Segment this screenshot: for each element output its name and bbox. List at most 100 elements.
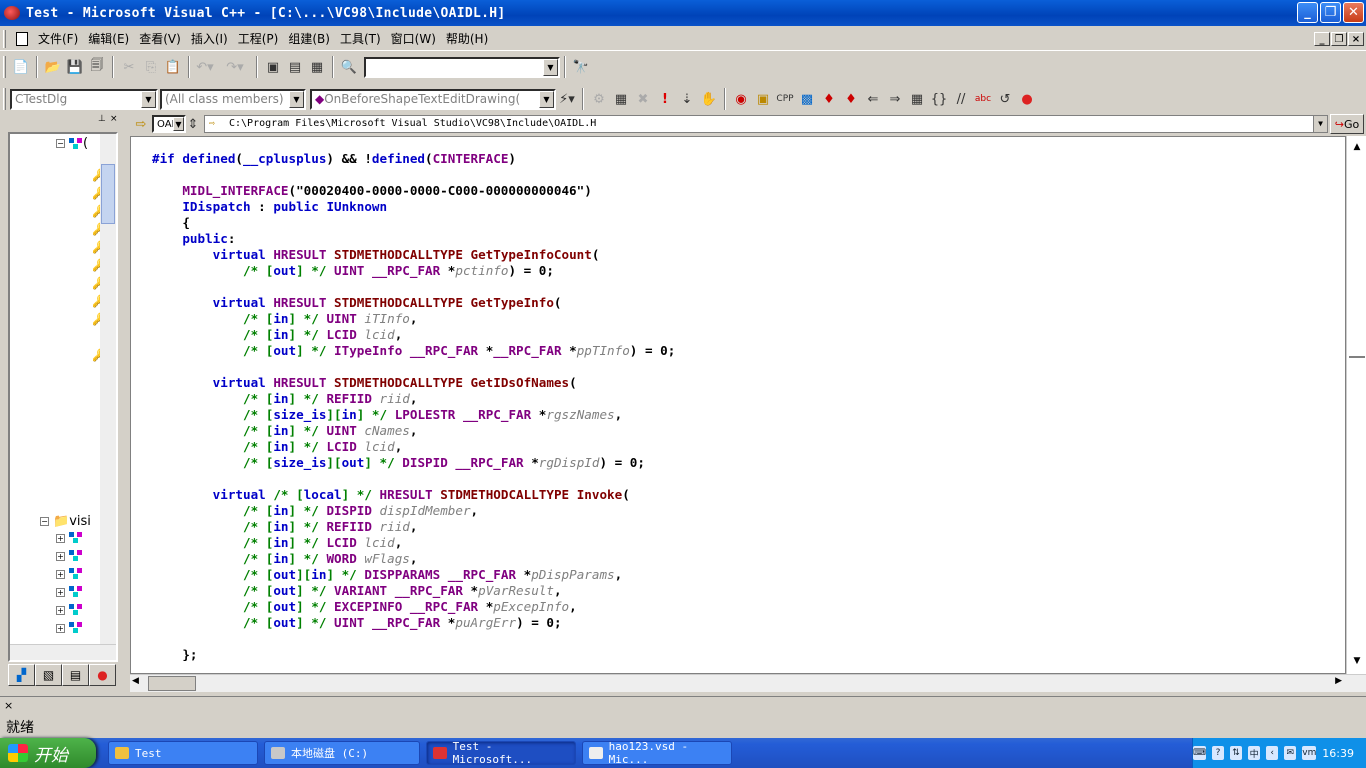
menu-file[interactable]: 文件(F) [38,30,78,47]
addin-icon-6[interactable]: ▦ [906,88,928,110]
addin-icon-4[interactable]: ♦ [818,88,840,110]
vm-icon[interactable]: vm [1302,746,1316,760]
tree-node-class[interactable]: + [56,586,83,598]
menu-project[interactable]: 工程(P) [238,30,279,47]
editor-horizontal-scrollbar[interactable]: ◀ ▶ [130,674,1366,692]
scroll-thumb[interactable] [101,164,115,224]
chevron-down-icon[interactable]: ▼ [289,90,304,108]
task-visio[interactable]: hao123.vsd - Mic... [582,740,732,766]
breakpoint-hand-icon[interactable]: ✋ [698,88,720,110]
chevron-down-icon[interactable]: ▼ [173,117,184,131]
pin-icon[interactable]: ⊥ [98,114,108,124]
tree-node-class[interactable]: + [56,532,83,544]
addin-icon-3[interactable]: ▩ [796,88,818,110]
undo-icon[interactable]: ↶▾ [194,56,216,78]
chevron-down-icon[interactable]: ▼ [539,90,554,108]
close-icon[interactable]: × [110,114,120,124]
build-icon[interactable]: ▦ [610,88,632,110]
close-button[interactable]: ✕ [1343,2,1364,23]
tray-arrow-icon[interactable]: ‹ [1266,746,1279,760]
class-tree[interactable]: − ( 🔑 🔑 🔑 🔑 🔑 🔑 🔑 🔑 🔑 🔑 − 📁 visi + + + +… [8,132,118,662]
go-button[interactable]: ↪ Go [1330,114,1364,134]
close-icon[interactable]: × [4,699,13,712]
ime-icon[interactable]: 中 [1248,746,1261,760]
scroll-down-icon[interactable]: ▼ [1349,656,1365,672]
tree-vertical-scrollbar[interactable] [100,134,116,644]
workspace-toggle-icon[interactable]: ▣ [262,56,284,78]
find-icon[interactable]: 🔭 [570,56,592,78]
chevron-down-icon[interactable]: ▼ [543,58,558,76]
braces-icon[interactable]: {} [928,88,950,110]
task-local-disk[interactable]: 本地磁盘 (C:) [264,741,420,765]
menu-view[interactable]: 查看(V) [139,30,181,47]
menu-edit[interactable]: 编辑(E) [88,30,129,47]
open-icon[interactable]: 📂 [42,56,64,78]
goto-arrow-icon[interactable]: ⇨ [130,113,152,135]
path-combo[interactable]: ⇨ C:\Program Files\Microsoft Visual Stud… [204,115,1328,133]
source-code[interactable]: #if defined(__cplusplus) && !defined(CIN… [152,151,675,663]
scroll-thumb[interactable] [148,676,196,691]
member-combo[interactable]: ◆OnBeforeShapeTextEditDrawing( ▼ [310,88,556,110]
network-icon[interactable]: ⇅ [1230,746,1243,760]
addin-icon-2[interactable]: ▣ [752,88,774,110]
menu-help[interactable]: 帮助(H) [446,30,488,47]
new-text-file-icon[interactable]: 📄 [10,56,32,78]
spell-check-icon[interactable]: abc [972,88,994,110]
find-combo[interactable]: ▼ [364,56,560,78]
toolbar-grip[interactable] [3,56,6,78]
tree-folder-visi[interactable]: − 📁 visi [40,514,91,529]
tree-node-class[interactable]: + [56,622,83,634]
document-icon[interactable] [16,31,28,46]
doc-restore-button[interactable]: ❐ [1331,32,1347,46]
save-icon[interactable]: 💾 [64,56,86,78]
window-list-icon[interactable]: ▦ [306,56,328,78]
output-toggle-icon[interactable]: ▤ [284,56,306,78]
editor-vertical-scrollbar[interactable]: ▲ ▼ [1346,136,1366,674]
menu-grip[interactable] [3,29,6,48]
start-button[interactable]: 开始 [0,738,96,768]
chevron-down-icon[interactable]: ▼ [141,90,156,108]
addin-icon-1[interactable]: ◉ [730,88,752,110]
menu-insert[interactable]: 插入(I) [191,30,228,47]
wizard-action-icon[interactable]: ⚡▾ [556,88,578,110]
addin-icon-5[interactable]: ♦ [840,88,862,110]
paste-icon[interactable]: 📋 [162,56,184,78]
filter-combo[interactable]: (All class members) ▼ [160,88,306,110]
help-icon[interactable]: ? [1211,746,1225,760]
cut-icon[interactable]: ✂ [118,56,140,78]
tab-classview-icon[interactable]: ▞ [8,664,35,686]
doc-close-button[interactable]: × [1348,32,1364,46]
compile-icon[interactable]: ⚙ [588,88,610,110]
clock[interactable]: 16:39 [1322,747,1354,760]
doc-minimize-button[interactable]: _ [1314,32,1330,46]
tree-node-class[interactable]: − ( [56,136,88,151]
cpp-icon[interactable]: CPP [774,88,796,110]
scroll-right-icon[interactable]: ▶ [1335,676,1342,686]
tree-horizontal-scrollbar[interactable] [10,644,116,660]
tab-resourceview-icon[interactable]: ▧ [35,664,62,686]
chat-icon[interactable]: ✉ [1284,746,1297,760]
find-in-files-icon[interactable]: 🔍 [338,56,360,78]
restore-button[interactable]: ❐ [1320,2,1341,23]
tree-node-class[interactable]: + [56,604,83,616]
class-combo[interactable]: CTestDlg ▼ [10,88,158,110]
scroll-left-icon[interactable]: ◀ [132,676,139,686]
menu-tools[interactable]: 工具(T) [340,30,381,47]
forward-arrow-icon[interactable]: ⇒ [884,88,906,110]
vc-app-icon[interactable] [4,6,20,20]
output-tabs-bar[interactable]: × [0,696,1366,714]
menu-build[interactable]: 组建(B) [288,30,330,47]
title-bar[interactable]: Test - Microsoft Visual C++ - [C:\...\VC… [0,0,1366,26]
tomato-icon[interactable]: ● [1016,88,1038,110]
tab-fileview-icon[interactable]: ▤ [62,664,89,686]
spin-icon[interactable]: ⇕ [186,113,200,135]
keyboard-icon[interactable]: ⌨ [1192,746,1206,760]
minimize-button[interactable]: _ [1297,2,1318,23]
scroll-up-icon[interactable]: ▲ [1349,142,1365,158]
stop-build-icon[interactable]: ✖ [632,88,654,110]
code-editor[interactable]: #if defined(__cplusplus) && !defined(CIN… [130,136,1346,674]
go-icon[interactable]: ⇣ [676,88,698,110]
task-visual-cpp[interactable]: Test - Microsoft... [426,740,576,766]
back-arrow-icon[interactable]: ⇐ [862,88,884,110]
comment-icon[interactable]: // [950,88,972,110]
